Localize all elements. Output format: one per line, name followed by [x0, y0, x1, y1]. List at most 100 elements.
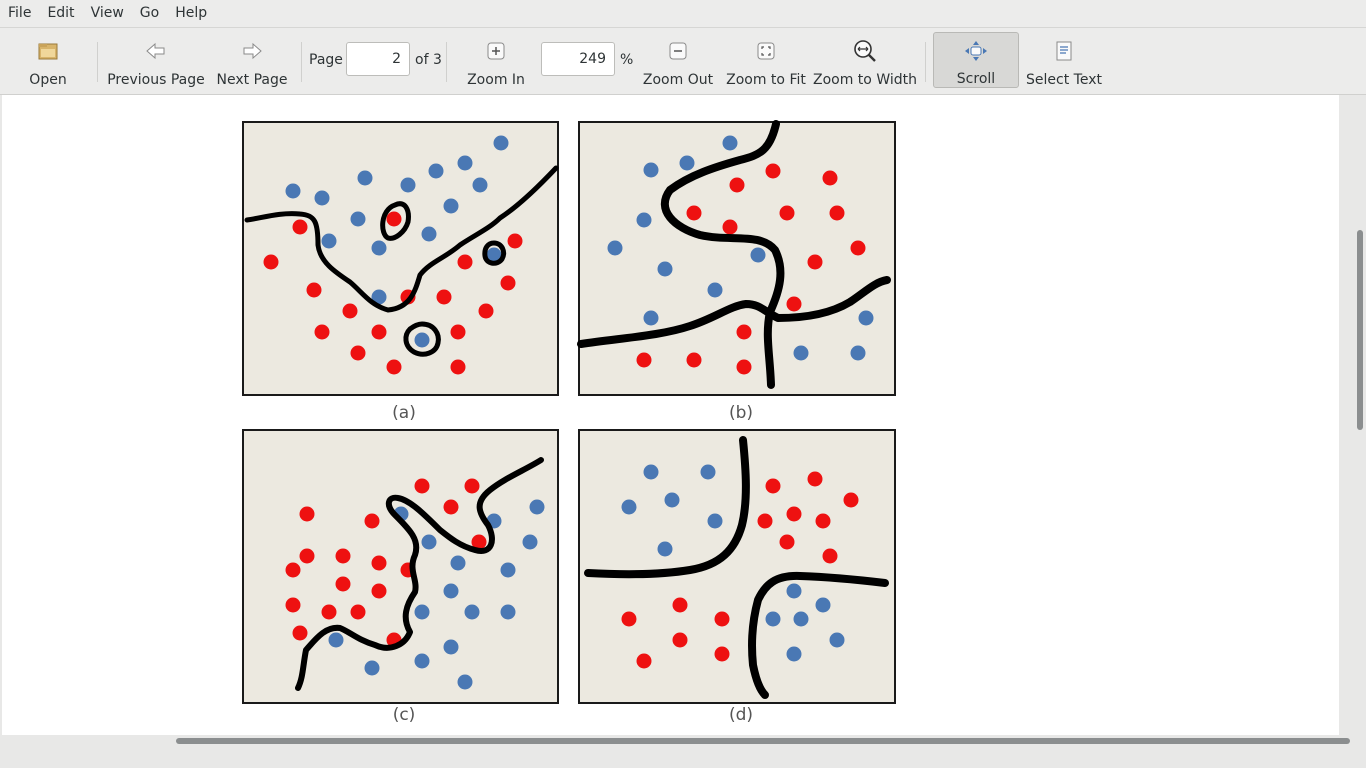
red-point: [729, 177, 745, 193]
red-point: [350, 604, 366, 620]
arrow-right-icon: [240, 38, 264, 64]
blue-point: [364, 660, 380, 676]
zoom-level-input[interactable]: [541, 42, 615, 76]
toolbar-separator: [925, 42, 926, 82]
red-point: [292, 219, 308, 235]
zoom-in-button[interactable]: Zoom In: [462, 32, 530, 88]
blue-point: [450, 555, 466, 571]
page-number-input[interactable]: [346, 42, 410, 76]
blue-point: [443, 583, 459, 599]
page-total: of 3: [415, 52, 442, 68]
zoom-out-button[interactable]: Zoom Out: [640, 32, 716, 88]
menu-edit[interactable]: Edit: [39, 0, 82, 27]
blue-point: [457, 155, 473, 171]
blue-point: [636, 212, 652, 228]
previous-page-button[interactable]: Previous Page: [106, 32, 206, 88]
blue-point: [643, 162, 659, 178]
menu-go[interactable]: Go: [132, 0, 167, 27]
blue-point: [421, 534, 437, 550]
red-point: [807, 471, 823, 487]
red-point: [765, 478, 781, 494]
blue-point: [643, 310, 659, 326]
red-point: [765, 163, 781, 179]
red-point: [636, 653, 652, 669]
red-point: [500, 275, 516, 291]
blue-point: [657, 541, 673, 557]
red-point: [850, 240, 866, 256]
blue-point: [765, 611, 781, 627]
blue-point: [722, 135, 738, 151]
red-point: [443, 499, 459, 515]
red-point: [342, 303, 358, 319]
select-text-button[interactable]: Select Text: [1024, 32, 1104, 88]
red-point: [335, 548, 351, 564]
blue-point: [328, 632, 344, 648]
zoom-to-width-button[interactable]: Zoom to Width: [812, 32, 918, 88]
select-text-label: Select Text: [1026, 72, 1102, 88]
red-point: [829, 205, 845, 221]
blue-point: [664, 492, 680, 508]
red-point: [321, 604, 337, 620]
blue-point: [285, 183, 301, 199]
blue-point: [500, 562, 516, 578]
red-point: [414, 478, 430, 494]
red-point: [292, 625, 308, 641]
blue-point: [500, 604, 516, 620]
red-point: [807, 254, 823, 270]
red-point: [672, 632, 688, 648]
red-point: [843, 492, 859, 508]
red-point: [371, 324, 387, 340]
zoom-to-fit-button[interactable]: Zoom to Fit: [724, 32, 808, 88]
blue-point: [621, 499, 637, 515]
blue-point: [607, 240, 623, 256]
classification-figure: (a) (b) (c) (d): [242, 120, 896, 725]
horizontal-scrollbar-thumb[interactable]: [176, 738, 1350, 744]
red-point: [386, 359, 402, 375]
red-point: [299, 506, 315, 522]
menu-bar: File Edit View Go Help: [0, 0, 1366, 28]
menu-help[interactable]: Help: [167, 0, 215, 27]
zoom-out-icon: [668, 38, 688, 64]
zoom-to-fit-label: Zoom to Fit: [726, 72, 806, 88]
blue-point: [400, 177, 416, 193]
blue-point: [493, 135, 509, 151]
red-point: [779, 534, 795, 550]
open-button[interactable]: Open: [20, 32, 76, 88]
previous-page-label: Previous Page: [107, 72, 205, 88]
scroll-label: Scroll: [956, 71, 996, 87]
zoom-to-width-icon: [852, 38, 878, 64]
blue-point: [522, 534, 538, 550]
menu-view[interactable]: View: [83, 0, 132, 27]
panel-d-label: (d): [729, 705, 753, 725]
horizontal-scrollbar[interactable]: [0, 735, 1366, 747]
blue-point: [815, 597, 831, 613]
scroll-mode-button[interactable]: Scroll: [933, 32, 1019, 88]
red-point: [757, 513, 773, 529]
folder-icon: [37, 38, 59, 64]
red-point: [350, 345, 366, 361]
document-viewport[interactable]: (a) (b) (c) (d): [0, 95, 1354, 735]
blue-point: [850, 345, 866, 361]
red-point: [714, 646, 730, 662]
red-point: [822, 170, 838, 186]
blue-point: [786, 583, 802, 599]
vertical-scrollbar-thumb[interactable]: [1357, 230, 1363, 430]
blue-point: [786, 646, 802, 662]
blue-point: [457, 674, 473, 690]
blue-point: [421, 226, 437, 242]
panel-a-label: (a): [392, 403, 416, 423]
red-point: [436, 289, 452, 305]
menu-file[interactable]: File: [0, 0, 39, 27]
red-point: [779, 205, 795, 221]
red-point: [386, 211, 402, 227]
blue-point: [707, 282, 723, 298]
vertical-scrollbar[interactable]: [1354, 95, 1366, 735]
status-bar: [0, 747, 1366, 768]
red-point: [450, 324, 466, 340]
red-point: [457, 254, 473, 270]
blue-point: [657, 261, 673, 277]
next-page-button[interactable]: Next Page: [214, 32, 290, 88]
blue-point: [679, 155, 695, 171]
open-label: Open: [29, 72, 67, 88]
toolbar: Open Previous Page Next Page Page of 3 Z…: [0, 28, 1366, 95]
